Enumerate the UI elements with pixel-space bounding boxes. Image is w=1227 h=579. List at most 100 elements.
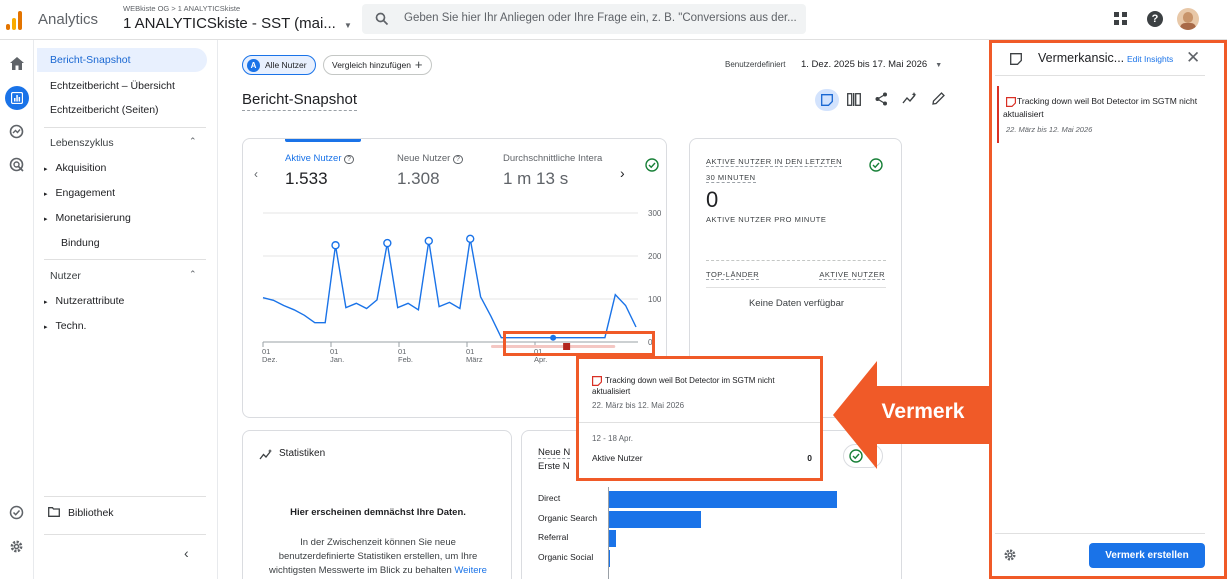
tooltip-metric-label: Aktive Nutzer: [592, 453, 643, 463]
top-bar: Analytics WEBkiste OG > 1 ANALYTICSkiste…: [0, 0, 1227, 40]
data-point-marker: [466, 234, 475, 243]
property-selector[interactable]: 1 ANALYTICSkiste - SST (mai... ▼: [123, 15, 352, 32]
avatar[interactable]: [1177, 8, 1199, 30]
note-icon: [1010, 53, 1022, 65]
divider: [706, 260, 886, 261]
help-circle-icon: ?: [344, 155, 355, 164]
metric-tab-interaktionszeit[interactable]: Durchschnittliche Intera: [503, 153, 602, 164]
nav-item-echtzeit-uebersicht[interactable]: Echtzeitbericht – Übersicht: [50, 80, 175, 92]
y-tick-label: 300: [648, 209, 662, 218]
admin-gear-icon[interactable]: [9, 539, 24, 554]
channel-bars: Direct Organic Search Referral Organic Soci…: [522, 487, 903, 579]
x-tick-month: Dez.: [262, 355, 277, 364]
nav-item-monetarisierung[interactable]: ▸ Monetarisierung: [44, 212, 131, 224]
settings-gear-icon[interactable]: [1003, 548, 1017, 562]
apps-grid-icon[interactable]: [1114, 12, 1128, 26]
nav-item-engagement[interactable]: ▸ Engagement: [44, 187, 115, 199]
home-icon[interactable]: [10, 57, 24, 70]
realtime-value: 0: [706, 187, 719, 212]
series-line: [262, 238, 637, 339]
help-icon[interactable]: ?: [1147, 11, 1163, 27]
note-icon: [1006, 97, 1016, 107]
date-range-type[interactable]: Benutzerdefiniert: [725, 60, 785, 69]
panel-note-title[interactable]: Tracking down weil Bot Detector im SGTM …: [1003, 95, 1213, 121]
channel-label: Organic Search: [538, 512, 598, 523]
stats-body-line1: In der Zwischenzeit können Sie neue: [300, 537, 456, 548]
more-link[interactable]: Weitere: [454, 565, 487, 576]
data-point-marker: [331, 241, 340, 250]
metric-tab-neue-nutzer[interactable]: Neue Nutzer ?: [397, 153, 463, 164]
account-breadcrumb[interactable]: WEBkiste OG > 1 ANALYTICSkiste: [123, 4, 240, 13]
col-top-laender: TOP-LÄNDER: [706, 270, 760, 280]
nav-item-bindung[interactable]: Bindung: [61, 237, 100, 249]
search-icon: [375, 12, 389, 26]
nav-section-nutzer[interactable]: Nutzer: [50, 270, 81, 282]
stats-body-line3: wichtigsten Messwerte im Blick zu behalt…: [269, 565, 487, 576]
nav-item-nutzerattribute[interactable]: ▸ Nutzerattribute: [44, 295, 124, 307]
edit-pencil-icon[interactable]: [932, 92, 945, 105]
stats-title: Statistiken: [279, 448, 326, 459]
prev-metric-arrow-icon[interactable]: ‹: [254, 167, 258, 181]
metric-tab-aktive-nutzer[interactable]: Aktive Nutzer ?: [285, 153, 355, 164]
note-accent-bar: [997, 86, 999, 143]
realtime-title-line2: 30 MINUTEN: [706, 173, 756, 183]
channel-bar[interactable]: [608, 491, 838, 508]
nav-item-echtzeit-seiten[interactable]: Echtzeitbericht (Seiten): [50, 104, 159, 116]
chevron-down-icon: ▼: [344, 21, 352, 30]
date-range-selector[interactable]: 1. Dez. 2025 bis 17. Mai 2026 ▼: [801, 59, 942, 70]
active-metric-indicator: [285, 139, 361, 142]
close-icon[interactable]: ✕: [1186, 48, 1200, 68]
callout-label: Vermerk: [881, 400, 965, 423]
reports-icon[interactable]: [5, 86, 29, 110]
tooltip-period: 12 - 18 Apr.: [592, 434, 633, 443]
channel-bar[interactable]: [608, 530, 616, 547]
metric-value-neue-nutzer: 1.308: [397, 169, 440, 188]
nav-divider: [44, 127, 206, 128]
compare-columns-icon[interactable]: [847, 93, 861, 106]
notes-button[interactable]: [815, 89, 839, 111]
search-bar[interactable]: Geben Sie hier Ihr Anliegen oder Ihre Fr…: [362, 4, 806, 34]
edit-insights-link[interactable]: Edit Insights: [1127, 54, 1173, 64]
add-comparison-label: Vergleich hinzufügen: [332, 60, 411, 70]
nav-divider: [44, 496, 206, 497]
collapse-caret-icon[interactable]: ⌃: [189, 136, 197, 147]
advertising-icon[interactable]: [9, 157, 24, 172]
channels-title-line2: Erste N: [538, 461, 570, 472]
search-placeholder: Geben Sie hier Ihr Anliegen oder Ihre Fr…: [404, 12, 797, 24]
empty-state: Keine Daten verfügbar: [748, 298, 845, 309]
divider: [579, 422, 820, 423]
divider: [995, 75, 1205, 76]
metric-value-aktive-nutzer: 1.533: [285, 169, 328, 188]
nav-item-akquisition[interactable]: ▸ Akquisition: [44, 162, 106, 174]
nav-section-lebenszyklus[interactable]: Lebenszyklus: [50, 137, 114, 149]
share-icon[interactable]: [875, 92, 888, 106]
nav-item-bibliothek[interactable]: Bibliothek: [68, 507, 114, 519]
nav-divider: [44, 534, 206, 535]
analytics-logo-icon[interactable]: [6, 10, 26, 30]
add-comparison-button[interactable]: Vergleich hinzufügen +: [323, 55, 432, 75]
data-point-marker: [383, 238, 392, 248]
explore-icon[interactable]: [9, 124, 24, 139]
collapse-caret-icon[interactable]: ⌃: [189, 269, 197, 280]
panel-note-dates: 22. März bis 12. Mai 2026: [1006, 125, 1093, 134]
collapse-nav-icon[interactable]: ‹: [184, 545, 189, 561]
help-circle-icon: ?: [452, 155, 463, 164]
segment-chip[interactable]: A Alle Nutzer: [242, 55, 316, 75]
check-circle-icon[interactable]: [869, 158, 883, 172]
next-metric-arrow-icon[interactable]: ›: [620, 165, 625, 181]
create-annotation-button[interactable]: Vermerk erstellen: [1089, 543, 1205, 568]
insights-sparkle-icon: [259, 449, 272, 460]
tooltip-note-title: Tracking down weil Bot Detector im SGTM …: [592, 376, 775, 396]
check-circle-icon[interactable]: [645, 158, 659, 172]
insights-sparkle-icon[interactable]: [902, 92, 918, 106]
nav-item-techn[interactable]: ▸ Techn.: [44, 320, 86, 332]
segment-badge: A: [247, 58, 260, 72]
highlight-box: [503, 331, 655, 356]
insights-check-icon[interactable]: [9, 505, 24, 520]
y-tick-label: 200: [648, 252, 662, 261]
x-tick-month: Jan.: [330, 355, 344, 364]
channel-bar[interactable]: [608, 510, 701, 528]
nav-item-bericht-snapshot[interactable]: Bericht-Snapshot: [50, 54, 131, 66]
channel-label: Referral: [538, 532, 569, 542]
y-tick-label: 100: [648, 295, 662, 304]
